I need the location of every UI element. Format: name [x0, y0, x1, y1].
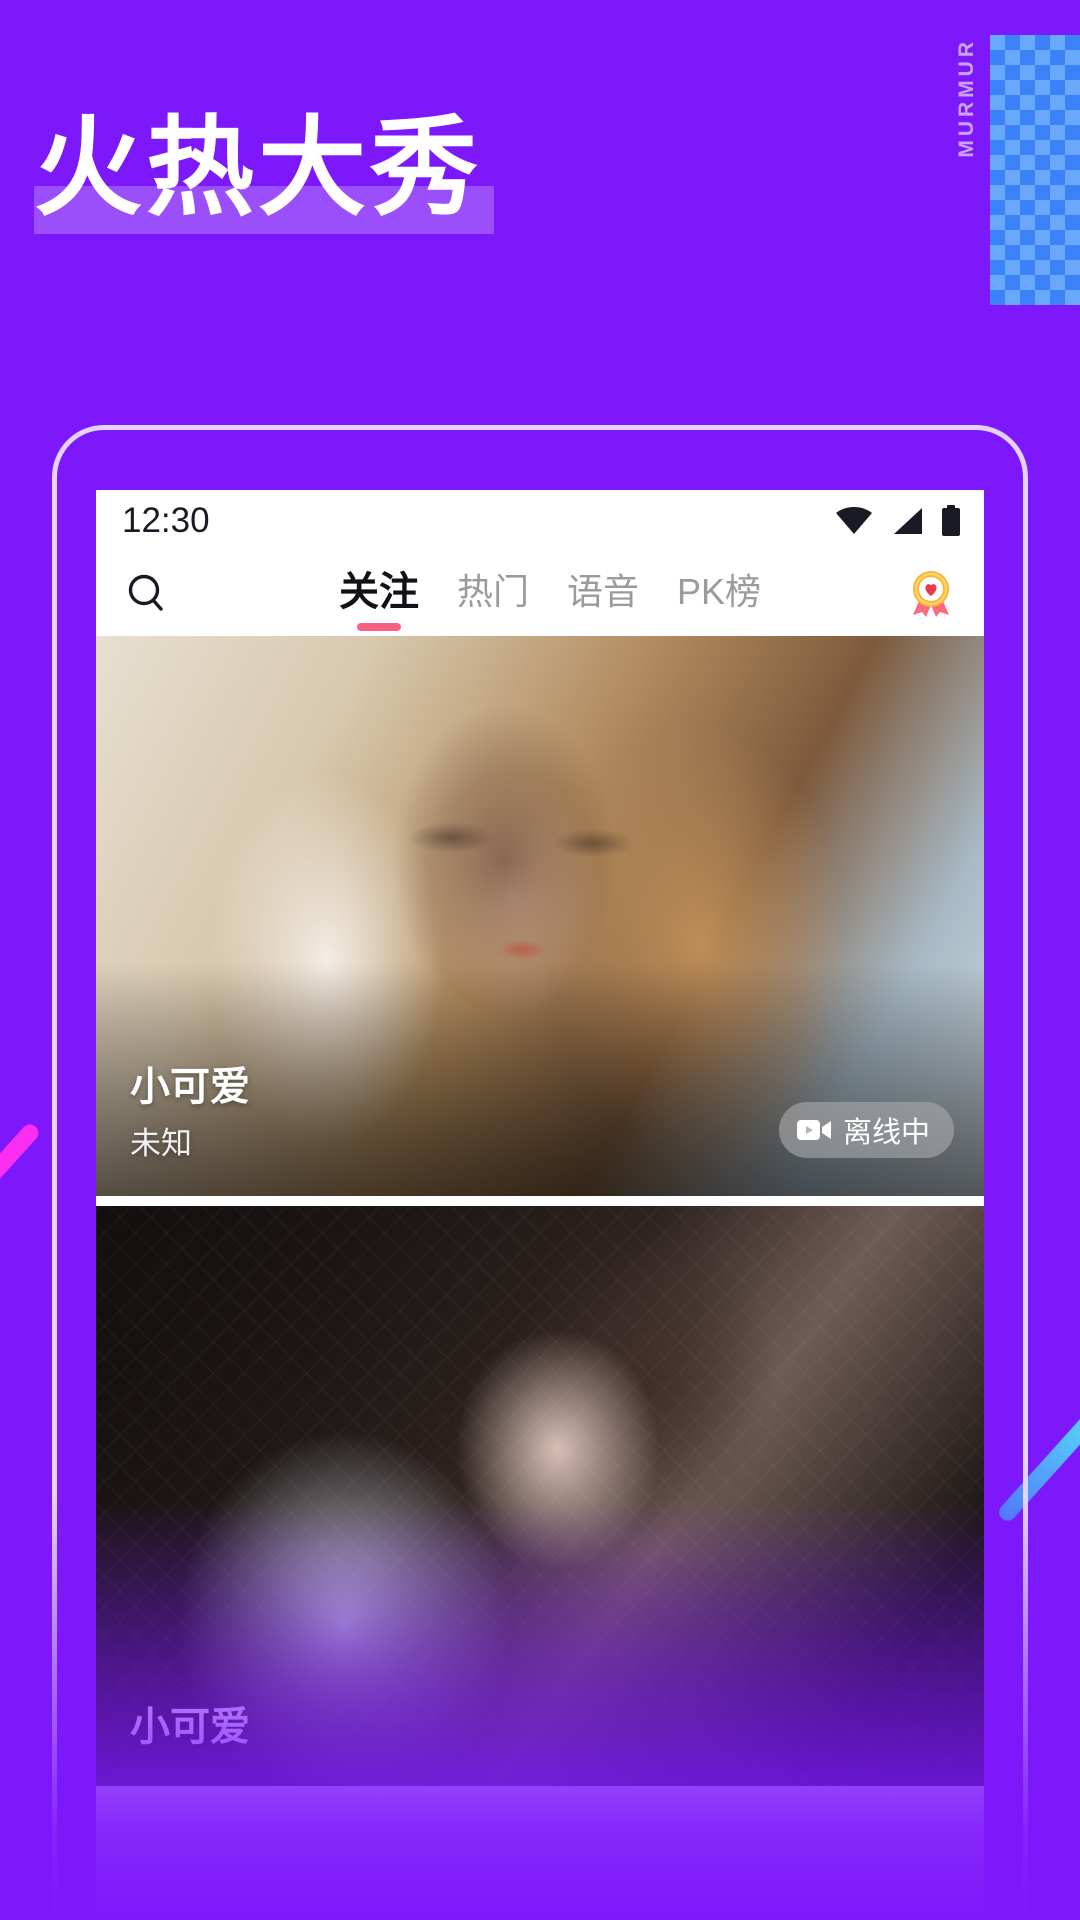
- signal-icon: [894, 508, 922, 534]
- feed-list: 小可爱 未知 离线中 小可爱: [96, 636, 984, 1786]
- status-time: 12:30: [122, 501, 210, 540]
- card-subtitle: 未知: [130, 1126, 192, 1161]
- list-item[interactable]: 小可爱: [96, 1206, 984, 1786]
- tab-active-underline: [356, 623, 401, 631]
- pink-diagonal-decoration: [0, 1120, 42, 1197]
- tab-yuyin[interactable]: 语音: [567, 571, 639, 617]
- status-badge-label: 离线中: [842, 1117, 930, 1149]
- video-camera-icon: [796, 1120, 831, 1140]
- tab-list: 关注 热门 语音 PK榜: [176, 570, 902, 631]
- tab-pk-bang[interactable]: PK榜: [677, 571, 761, 617]
- status-bar: 12:30: [96, 490, 984, 552]
- tab-label: 关注: [338, 570, 419, 614]
- tab-label: PK榜: [677, 571, 762, 612]
- wifi-icon: [836, 507, 872, 534]
- tab-bar: 关注 热门 语音 PK榜: [96, 552, 984, 636]
- battery-icon: [942, 505, 960, 536]
- card-meta: 小可爱: [130, 1702, 250, 1752]
- card-meta: 小可爱 未知: [130, 1062, 250, 1162]
- phone-screen: 12:30 关注 热门 语音 PK榜 小可爱 未知 离线中 小可爱: [96, 490, 984, 1920]
- headline-block: 火热大秀: [34, 108, 654, 248]
- tab-remen[interactable]: 热门: [457, 571, 529, 617]
- tab-guanzhu[interactable]: 关注: [338, 570, 419, 631]
- status-badge[interactable]: 离线中: [778, 1102, 954, 1158]
- card-title: 小可爱: [130, 1065, 250, 1109]
- list-item[interactable]: 小可爱 未知 离线中: [96, 636, 984, 1196]
- murmur-watermark: MURMUR: [955, 38, 978, 158]
- status-icons: [834, 505, 962, 537]
- card-title: 小可爱: [130, 1705, 250, 1749]
- search-icon[interactable]: [118, 565, 176, 623]
- tab-label: 热门: [456, 571, 529, 612]
- award-medal-icon[interactable]: [902, 565, 960, 623]
- transparency-checkerboard-decoration: [990, 35, 1080, 305]
- tab-label: 语音: [566, 571, 639, 612]
- page-title: 火热大秀: [34, 107, 483, 228]
